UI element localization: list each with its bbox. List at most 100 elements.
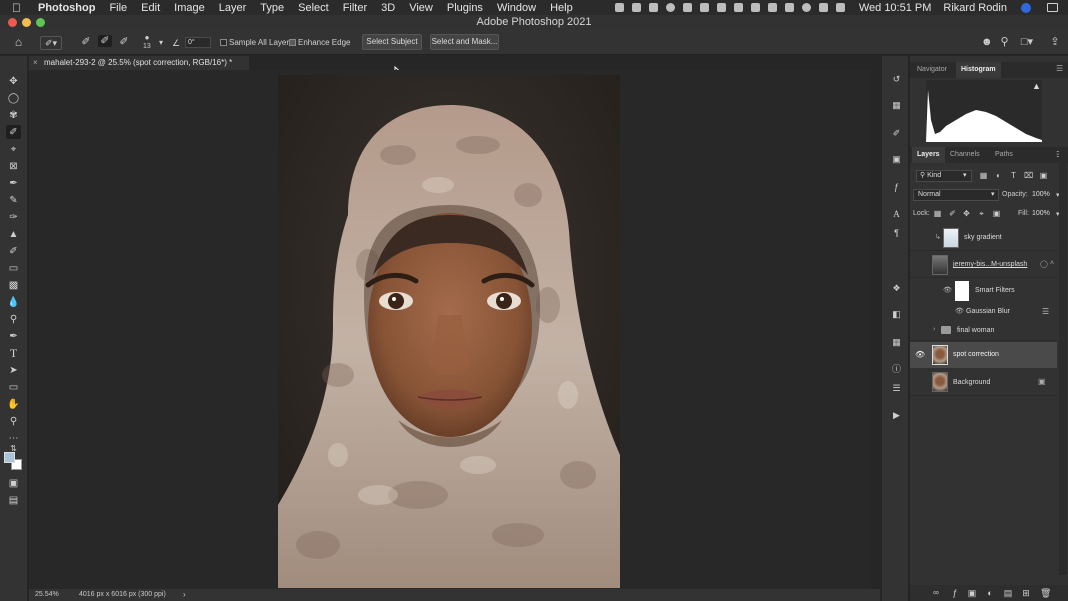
zoom-tool-icon[interactable]: ⚲ (6, 414, 21, 428)
pen-tool-icon[interactable]: ✒ (6, 329, 21, 343)
maximize-window-button[interactable] (36, 18, 45, 27)
3d-panel-icon[interactable]: ❖ (891, 283, 902, 293)
brush-size-value[interactable]: 13 (143, 43, 151, 50)
menu-help[interactable]: Help (550, 2, 573, 14)
brush-tool-icon[interactable]: ✑ (6, 210, 21, 224)
paragraph-panel-icon[interactable]: ¶ (891, 228, 902, 238)
tab-layers[interactable]: Layers (912, 147, 945, 163)
foreground-color-swatch[interactable] (4, 452, 15, 463)
tab-navigator[interactable]: Navigator (912, 62, 952, 78)
collapse-effects-icon[interactable]: ˄ (1050, 260, 1054, 267)
layer-row-jeremy-smart-object[interactable]: jeremy-bis...M-unsplash ◯ ˄ (910, 252, 1057, 278)
filter-type-icon[interactable]: T (1009, 170, 1018, 182)
swatches-panel-icon[interactable]: ▦ (891, 100, 902, 110)
close-window-button[interactable] (8, 18, 17, 27)
eyedropper-tool-icon[interactable]: ✒ (6, 176, 21, 190)
crop-tool-icon[interactable]: ⌖ (6, 142, 21, 156)
filter-smart-object-icon[interactable]: ▣ (1039, 170, 1048, 182)
fill-value[interactable]: 100% (1032, 210, 1050, 217)
table-panel-icon[interactable]: ▦ (891, 337, 902, 347)
filter-shape-icon[interactable]: ⌧ (1024, 170, 1033, 182)
menu-app-name[interactable]: Photoshop (38, 2, 95, 14)
menu-layer[interactable]: Layer (219, 2, 247, 14)
zoom-level[interactable]: 25.54% (35, 589, 59, 601)
apple-icon[interactable]:  (12, 1, 26, 15)
tray-camera-icon[interactable] (699, 3, 709, 12)
wifi-icon[interactable] (835, 3, 845, 12)
lock-all-icon[interactable]: ▣ (992, 208, 1001, 220)
new-group-icon[interactable]: ▤ (1003, 587, 1013, 599)
spot-correction-visibility-icon[interactable]: 👁 (915, 350, 925, 359)
layer-row-spot-correction[interactable]: 👁 spot correction (910, 342, 1057, 368)
menubar-user[interactable]: Rikard Rodin (943, 2, 1007, 14)
filter-pixel-icon[interactable]: ▦ (979, 170, 988, 182)
angle-field[interactable]: 0° (185, 37, 211, 48)
clone-stamp-tool-icon[interactable]: ▲ (6, 227, 21, 241)
share-icon[interactable]: ⇪ (1049, 36, 1061, 48)
path-selection-tool-icon[interactable]: ➤ (6, 363, 21, 377)
workspace-icon[interactable]: □▾ (1018, 36, 1036, 48)
new-selection-brush-icon[interactable]: ✐ (80, 36, 92, 48)
type-tool-icon[interactable]: T (6, 346, 21, 360)
delete-layer-icon[interactable]: 🗑 (1040, 587, 1051, 599)
screen-icon[interactable] (818, 3, 828, 12)
menu-select[interactable]: Select (298, 2, 329, 14)
character-panel-icon[interactable]: A (891, 209, 902, 219)
tray-app-icon[interactable] (614, 3, 624, 12)
panel-menu-icon[interactable]: ☰ (1056, 64, 1063, 73)
lock-artboard-icon[interactable]: ⌖ (977, 208, 986, 220)
minimize-window-button[interactable] (22, 18, 31, 27)
menu-image[interactable]: Image (174, 2, 205, 14)
tab-channels[interactable]: Channels (945, 147, 985, 163)
tray-slider-icon[interactable] (733, 3, 743, 12)
tray-box2-icon[interactable] (716, 3, 726, 12)
properties-panel-icon[interactable]: ◧ (891, 309, 902, 319)
tray-circle-icon[interactable] (665, 3, 675, 12)
layer-row-final-woman[interactable]: › final woman (910, 321, 1057, 341)
document-info[interactable]: 4016 px x 6016 px (300 ppi) (79, 589, 166, 601)
filter-blending-options-icon[interactable]: ☰ (1042, 307, 1049, 316)
lock-transparent-icon[interactable]: ▦ (933, 208, 942, 220)
menu-view[interactable]: View (409, 2, 433, 14)
dropbox-icon[interactable] (631, 3, 641, 12)
brush-settings-icon[interactable]: ✐ (891, 128, 902, 138)
layer-row-background[interactable]: Background ▣ (910, 369, 1057, 396)
lock-position-icon[interactable]: ✥ (962, 208, 971, 220)
link-layers-icon[interactable]: ∞ (931, 587, 941, 599)
layers-scrollbar[interactable] (1059, 150, 1067, 575)
hand-tool-icon[interactable]: ✋ (6, 397, 21, 411)
menu-edit[interactable]: Edit (141, 2, 160, 14)
tool-preset-picker-icon[interactable]: ✐▾ (40, 36, 62, 50)
select-and-mask-button[interactable]: Select and Mask... (430, 34, 499, 50)
sliders-panel-icon[interactable]: ☰ (891, 383, 902, 393)
status-menu-chevron-icon[interactable]: › (183, 589, 186, 601)
menubar-clock[interactable]: Wed 10:51 PM (859, 2, 932, 14)
document-image[interactable] (278, 75, 620, 588)
add-mask-icon[interactable]: ▣ (967, 587, 977, 599)
opacity-value[interactable]: 100% (1032, 191, 1050, 198)
group-expand-icon[interactable]: › (933, 326, 935, 333)
background-lock-icon[interactable]: ▣ (1038, 377, 1046, 386)
battery-icon[interactable] (784, 3, 794, 12)
menu-filter[interactable]: Filter (343, 2, 367, 14)
sample-all-layers-checkbox[interactable] (220, 39, 227, 46)
menu-window[interactable]: Window (497, 2, 536, 14)
menu-plugins[interactable]: Plugins (447, 2, 483, 14)
layer-row-smart-filters[interactable]: 👁 Smart Filters (910, 279, 1057, 303)
tab-paths[interactable]: Paths (990, 147, 1018, 163)
histogram-warning-icon[interactable]: ▲ (1032, 81, 1041, 91)
menu-type[interactable]: Type (260, 2, 284, 14)
layer-style-icon[interactable]: ƒ (950, 587, 960, 599)
actions-play-icon[interactable]: ▶ (891, 410, 902, 420)
screen-mode-icon[interactable]: ▤ (6, 493, 21, 507)
siri-icon[interactable] (1021, 2, 1031, 13)
gaussian-blur-visibility-icon[interactable]: 👁 (955, 307, 964, 315)
history-panel-icon[interactable]: ↺ (891, 74, 902, 84)
smart-filters-visibility-icon[interactable]: 👁 (943, 286, 952, 294)
layer-row-gaussian-blur[interactable]: 👁 Gaussian Blur ☰ (910, 304, 1057, 320)
creative-cloud-icon[interactable] (648, 3, 658, 12)
menu-file[interactable]: File (109, 2, 127, 14)
angle-icon[interactable]: ∠ (171, 37, 181, 49)
lock-image-icon[interactable]: ✐ (948, 208, 957, 220)
user-account-icon[interactable]: ☻ (981, 36, 993, 48)
